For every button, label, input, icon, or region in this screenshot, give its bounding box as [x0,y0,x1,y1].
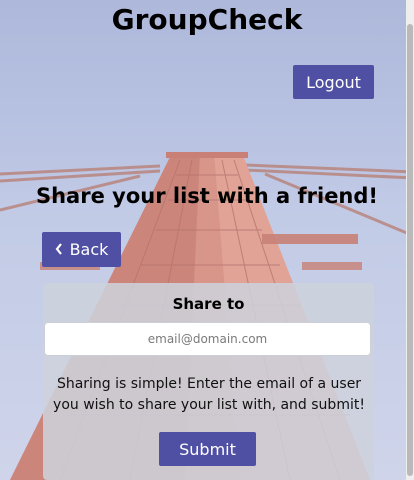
scrollbar-thumb[interactable] [407,24,413,476]
back-button[interactable]: Back [42,232,121,267]
share-card-title: Share to [172,295,245,313]
vertical-scrollbar[interactable] [406,0,414,480]
submit-button[interactable]: Submit [159,432,256,466]
chevron-left-icon [55,241,63,259]
app-title: GroupCheck [111,3,303,36]
back-button-label: Back [69,240,109,259]
share-card: Share to Sharing is simple! Enter the em… [43,283,374,480]
page-heading: Share your list with a friend! [35,184,378,208]
email-input[interactable] [44,322,371,356]
logout-button[interactable]: Logout [293,65,374,99]
share-description: Sharing is simple! Enter the email of a … [53,376,365,413]
